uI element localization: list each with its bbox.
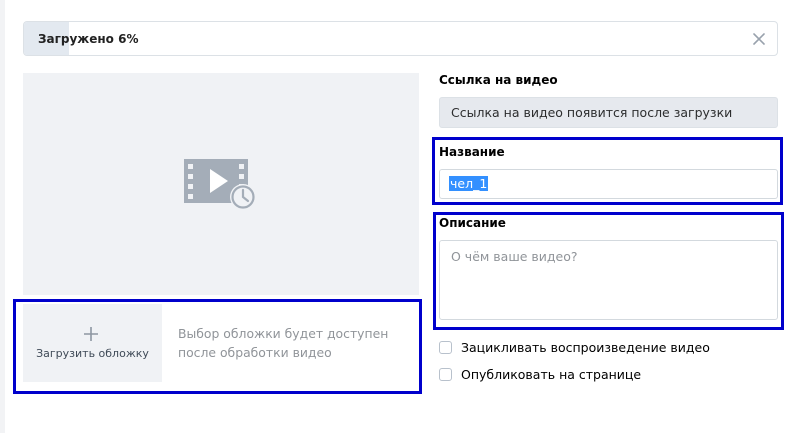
left-edge-strip bbox=[0, 0, 5, 433]
cover-hint: Выбор обложки будет доступен после обраб… bbox=[178, 326, 389, 360]
loop-option-label: Зацикливать воспроизведение видео bbox=[461, 339, 710, 355]
loop-checkbox[interactable] bbox=[439, 340, 452, 354]
video-link-field: Ссылка на видео появится после загрузки bbox=[439, 97, 778, 128]
publish-option-label: Опубликовать на странице bbox=[461, 366, 642, 382]
loop-option[interactable]: Зацикливать воспроизведение видео bbox=[439, 338, 710, 356]
cover-zone: Загрузить обложку Выбор обложки будет до… bbox=[23, 304, 419, 382]
description-label: Описание bbox=[439, 216, 506, 230]
description-textarea[interactable]: О чём ваше видео? bbox=[439, 240, 778, 320]
plus-icon bbox=[84, 327, 98, 341]
link-label: Ссылка на видео bbox=[439, 73, 558, 87]
close-icon[interactable] bbox=[751, 31, 767, 47]
title-input[interactable]: чел_1 bbox=[439, 169, 778, 199]
upload-cover-button[interactable]: Загрузить обложку bbox=[23, 304, 162, 382]
upload-progress-bar: Загружено 6% bbox=[23, 21, 778, 56]
publish-option[interactable]: Опубликовать на странице bbox=[439, 365, 641, 383]
title-label: Название bbox=[439, 145, 505, 159]
upload-status-label: Загружено 6% bbox=[38, 32, 139, 46]
upload-cover-label: Загрузить обложку bbox=[36, 347, 149, 360]
publish-checkbox[interactable] bbox=[439, 367, 452, 381]
title-selected-text: чел_1 bbox=[449, 176, 489, 191]
video-pending-icon bbox=[184, 159, 256, 210]
video-preview bbox=[23, 73, 419, 295]
